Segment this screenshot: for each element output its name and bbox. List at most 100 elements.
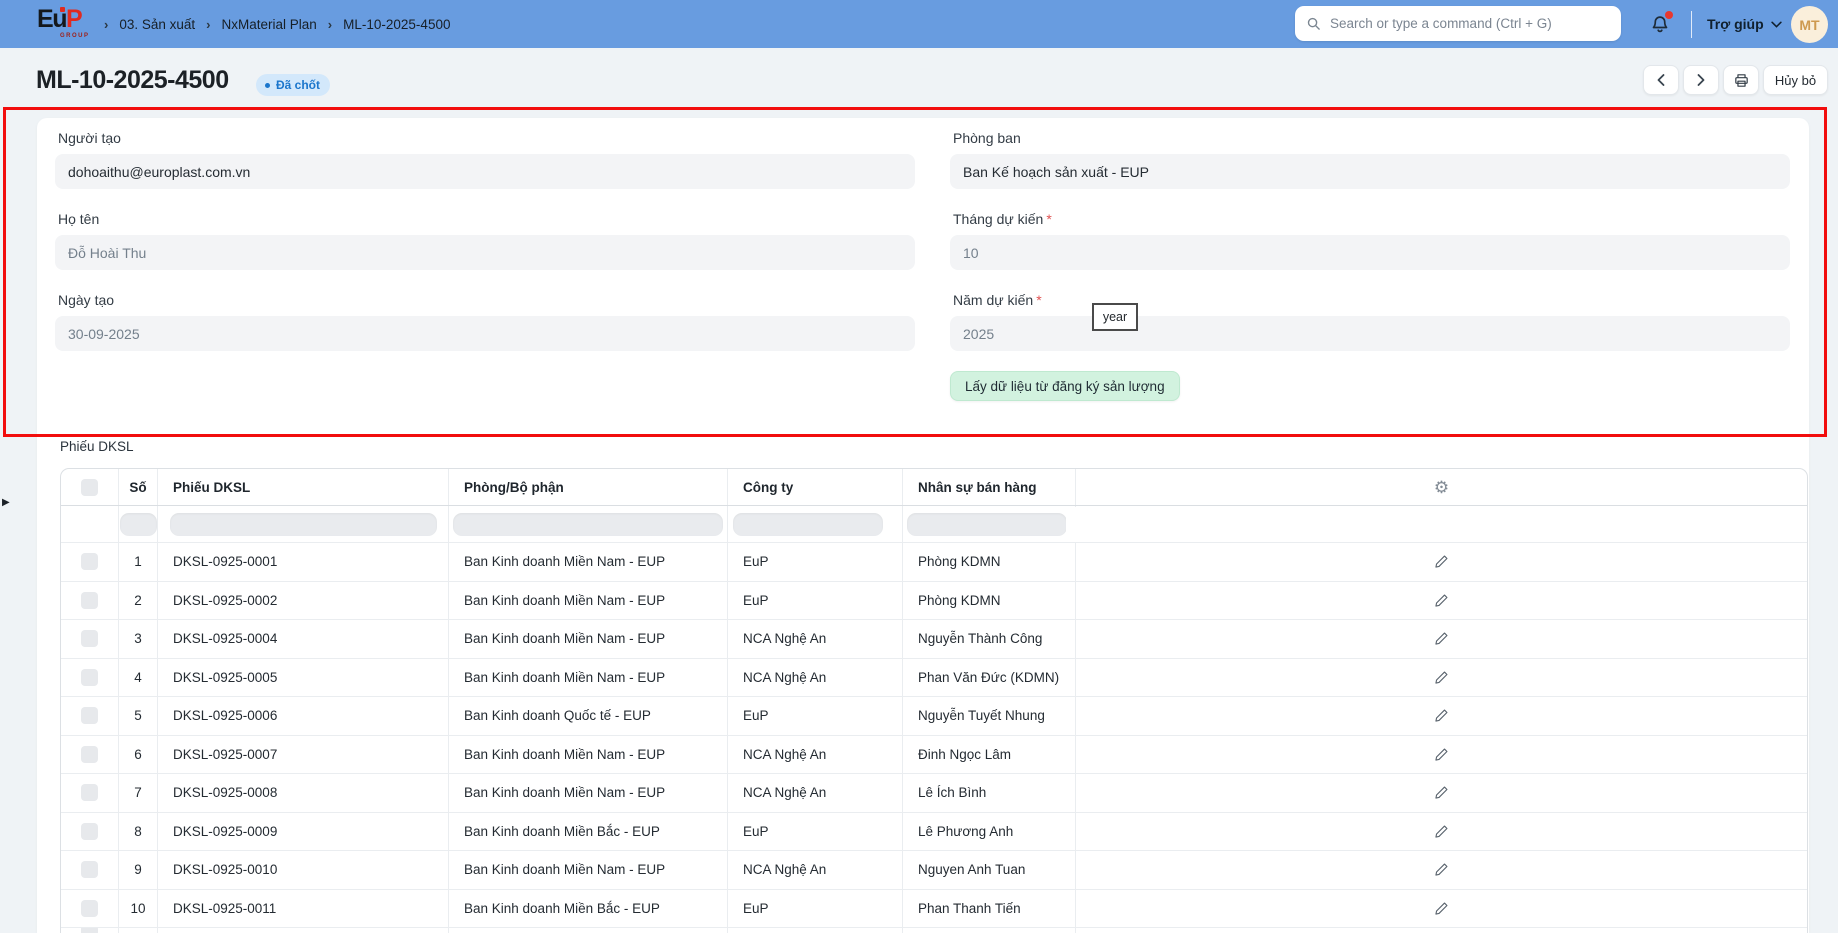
row-checkbox[interactable] bbox=[81, 861, 98, 879]
row-checkbox[interactable] bbox=[81, 553, 98, 571]
row-checkbox[interactable] bbox=[81, 668, 98, 686]
next-record-button[interactable] bbox=[1683, 65, 1719, 95]
table-row: 5 DKSL-0925-0006 Ban Kinh doanh Quốc tế … bbox=[61, 697, 1807, 736]
edit-row-icon[interactable] bbox=[1434, 901, 1449, 916]
cell-phieu-dksl[interactable]: DKSL-0925-0007 bbox=[158, 735, 449, 773]
avatar[interactable]: MT bbox=[1791, 6, 1828, 43]
navbar-divider bbox=[1691, 11, 1692, 38]
column-header-cong-ty[interactable]: Công ty bbox=[728, 469, 903, 505]
breadcrumb-item-current[interactable]: ML-10-2025-4500 bbox=[343, 17, 450, 32]
cell-phong-bo-phan: Ban Kinh doanh Miền Nam - EUP bbox=[449, 581, 728, 619]
row-number: 10 bbox=[119, 889, 158, 927]
column-header-phong-bo-phan[interactable]: Phòng/Bộ phận bbox=[449, 469, 728, 505]
search-input[interactable]: Search or type a command (Ctrl + G) bbox=[1295, 6, 1621, 41]
row-checkbox[interactable] bbox=[81, 591, 98, 609]
filter-input-phieu-dksl[interactable] bbox=[170, 512, 437, 536]
cell-phieu-dksl[interactable]: DKSL-0925-0010 bbox=[158, 851, 449, 889]
filter-input-phong-bo-phan[interactable] bbox=[453, 512, 723, 536]
row-checkbox[interactable] bbox=[81, 928, 98, 933]
edit-row-icon[interactable] bbox=[1434, 824, 1449, 839]
planned-year-field[interactable]: 2025 bbox=[950, 316, 1790, 351]
row-number: 2 bbox=[119, 581, 158, 619]
row-checkbox[interactable] bbox=[81, 822, 98, 840]
table-row: 3 DKSL-0925-0004 Ban Kinh doanh Miền Nam… bbox=[61, 620, 1807, 659]
edit-row-icon[interactable] bbox=[1434, 785, 1449, 800]
status-dot-icon bbox=[265, 82, 270, 88]
cell-phieu-dksl[interactable]: DKSL-0925-0004 bbox=[158, 620, 449, 658]
edit-row-icon[interactable] bbox=[1434, 631, 1449, 646]
search-icon bbox=[1307, 17, 1320, 30]
cell-phieu-dksl[interactable]: DKSL-0925-0008 bbox=[158, 774, 449, 812]
cell-nhan-su: Nguyen Anh Tuan bbox=[903, 851, 1076, 889]
table-header-row: Số Phiếu DKSL Phòng/Bộ phận Công ty Nhân… bbox=[61, 469, 1807, 506]
cell-phong-bo-phan: Ban Kinh doanh Miền Nam - EUP bbox=[449, 774, 728, 812]
previous-record-button[interactable] bbox=[1643, 65, 1679, 95]
gear-icon[interactable]: ⚙ bbox=[1434, 479, 1449, 496]
column-header-phieu-dksl[interactable]: Phiếu DKSL bbox=[158, 469, 449, 505]
table-section-label: Phiếu DKSL bbox=[60, 439, 134, 454]
table-row: 8 DKSL-0925-0009 Ban Kinh doanh Miền Bắc… bbox=[61, 812, 1807, 851]
logo-text: EuP bbox=[37, 5, 83, 33]
cell-nhan-su: Nguyễn Tuyết Nhung bbox=[903, 697, 1076, 735]
created-date-label: Ngày tạo bbox=[58, 292, 115, 308]
table-row-partial bbox=[61, 928, 1807, 933]
creator-field[interactable]: dohoaithu@europlast.com.vn bbox=[55, 154, 915, 189]
column-header-so[interactable]: Số bbox=[119, 469, 158, 505]
cell-nhan-su: Phòng KDMN bbox=[903, 581, 1076, 619]
cell-cong-ty: NCA Nghệ An bbox=[728, 774, 903, 812]
edit-row-icon[interactable] bbox=[1434, 554, 1449, 569]
cell-phieu-dksl[interactable]: DKSL-0925-0005 bbox=[158, 658, 449, 696]
notification-dot bbox=[1665, 11, 1673, 19]
cell-phong-bo-phan: Ban Kinh doanh Miền Nam - EUP bbox=[449, 543, 728, 581]
breadcrumb-separator-icon: › bbox=[327, 16, 333, 32]
table-row: 1 DKSL-0925-0001 Ban Kinh doanh Miền Nam… bbox=[61, 543, 1807, 582]
cell-phieu-dksl[interactable]: DKSL-0925-0006 bbox=[158, 697, 449, 735]
edit-row-icon[interactable] bbox=[1434, 593, 1449, 608]
app-logo[interactable]: EuP GROUP bbox=[37, 5, 90, 40]
print-button[interactable] bbox=[1723, 65, 1759, 95]
row-checkbox[interactable] bbox=[81, 707, 98, 725]
planned-month-field[interactable]: 10 bbox=[950, 235, 1790, 270]
row-number: 7 bbox=[119, 774, 158, 812]
edit-row-icon[interactable] bbox=[1434, 747, 1449, 762]
edit-row-icon[interactable] bbox=[1434, 708, 1449, 723]
cell-phong-bo-phan: Ban Kinh doanh Miền Nam - EUP bbox=[449, 620, 728, 658]
row-number: 3 bbox=[119, 620, 158, 658]
creator-label: Người tạo bbox=[58, 130, 121, 146]
filter-input-so[interactable] bbox=[119, 512, 157, 536]
top-navbar: EuP GROUP › 03. Sản xuất › NxMaterial Pl… bbox=[0, 0, 1838, 48]
cell-nhan-su: Phan Văn Đức (KDMN) bbox=[903, 658, 1076, 696]
row-checkbox[interactable] bbox=[81, 784, 98, 802]
cell-phieu-dksl[interactable]: DKSL-0925-0002 bbox=[158, 581, 449, 619]
row-checkbox[interactable] bbox=[81, 899, 98, 917]
select-all-checkbox[interactable] bbox=[81, 478, 98, 496]
department-label: Phòng ban bbox=[953, 130, 1021, 146]
table-row: 6 DKSL-0925-0007 Ban Kinh doanh Miền Nam… bbox=[61, 735, 1807, 774]
notifications-bell-button[interactable] bbox=[1648, 11, 1674, 37]
cell-phieu-dksl[interactable]: DKSL-0925-0001 bbox=[158, 543, 449, 581]
department-field[interactable]: Ban Kế hoạch sản xuất - EUP bbox=[950, 154, 1790, 189]
row-number: 9 bbox=[119, 851, 158, 889]
cell-cong-ty: NCA Nghệ An bbox=[728, 620, 903, 658]
inline-filter-box[interactable] bbox=[1066, 507, 1128, 542]
row-checkbox[interactable] bbox=[81, 745, 98, 763]
sidebar-expand-icon[interactable]: ▶ bbox=[2, 497, 10, 508]
cell-phieu-dksl[interactable]: DKSL-0925-0009 bbox=[158, 812, 449, 850]
filter-input-cong-ty[interactable] bbox=[733, 512, 883, 536]
edit-row-icon[interactable] bbox=[1434, 862, 1449, 877]
cancel-button-label: Hủy bỏ bbox=[1774, 72, 1817, 88]
edit-row-icon[interactable] bbox=[1434, 670, 1449, 685]
column-header-nhan-su[interactable]: Nhân sự bán hàng bbox=[903, 469, 1076, 505]
help-menu-button[interactable]: Trợ giúp bbox=[1707, 0, 1782, 48]
row-number: 6 bbox=[119, 735, 158, 773]
fetch-data-button[interactable]: Lấy dữ liệu từ đăng ký sản lượng bbox=[950, 371, 1180, 401]
cell-phong-bo-phan: Ban Kinh doanh Miền Nam - EUP bbox=[449, 658, 728, 696]
row-checkbox[interactable] bbox=[81, 630, 98, 648]
breadcrumb-item-nxmaterial-plan[interactable]: NxMaterial Plan bbox=[222, 17, 317, 32]
row-number: 4 bbox=[119, 658, 158, 696]
filter-input-nhan-su[interactable] bbox=[907, 512, 1067, 536]
cell-phong-bo-phan: Ban Kinh doanh Miền Bắc - EUP bbox=[449, 812, 728, 850]
breadcrumb-item-san-xuat[interactable]: 03. Sản xuất bbox=[119, 17, 195, 32]
cancel-button[interactable]: Hủy bỏ bbox=[1763, 65, 1828, 95]
cell-phieu-dksl[interactable]: DKSL-0925-0011 bbox=[158, 889, 449, 927]
